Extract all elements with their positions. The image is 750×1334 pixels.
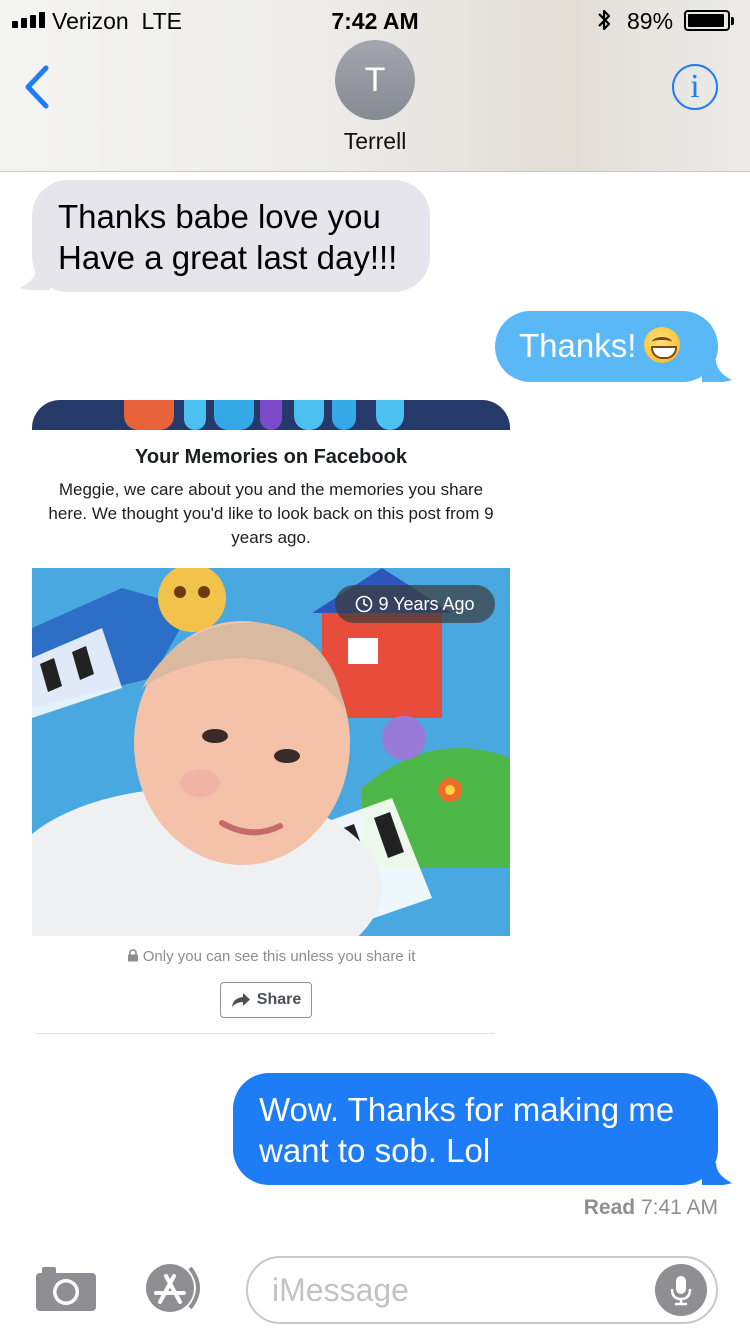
grinning-face-icon (644, 327, 681, 363)
avatar[interactable]: T (335, 40, 415, 120)
message-input[interactable] (246, 1256, 718, 1324)
outgoing-message[interactable]: Wow. Thanks for making me want to sob. L… (233, 1073, 718, 1185)
memory-photo[interactable]: 9 Years Ago (32, 568, 510, 936)
divider (36, 1033, 494, 1034)
privacy-note: Only you can see this unless you share i… (32, 948, 510, 965)
battery-percent: 89% (627, 8, 674, 34)
read-receipt: Read 7:41 AM (583, 1196, 718, 1219)
share-button[interactable]: Share (220, 982, 312, 1018)
card-banner (32, 400, 510, 430)
conversation-header: Verizon LTE 7:42 AM 89% T Terrell i (0, 0, 750, 172)
info-icon[interactable]: i (672, 64, 718, 110)
clock-icon (356, 595, 373, 613)
outgoing-message[interactable]: Thanks! (495, 311, 718, 382)
incoming-message[interactable]: Thanks babe love you Have a great last d… (32, 180, 430, 292)
card-title: Your Memories on Facebook (135, 446, 407, 468)
baby-photo-illustration (32, 568, 510, 936)
microphone-icon[interactable] (655, 1264, 707, 1316)
status-bar: Verizon LTE 7:42 AM 89% (0, 0, 750, 40)
memory-age-badge: 9 Years Ago (335, 585, 495, 623)
lock-icon (127, 949, 138, 962)
camera-icon[interactable] (34, 1263, 98, 1313)
bluetooth-icon (598, 9, 611, 31)
chevron-left-icon[interactable] (18, 62, 58, 112)
share-arrow-icon (231, 993, 250, 1007)
app-store-icon[interactable] (140, 1262, 212, 1314)
facebook-memory-card[interactable]: Your Memories on Facebook Meggie, we car… (32, 400, 510, 1060)
card-body: Meggie, we care about you and the memori… (48, 480, 494, 547)
battery-icon (684, 10, 734, 31)
contact-name[interactable]: Terrell (0, 128, 750, 155)
memory-age-label: 9 Years Ago (378, 593, 475, 614)
message-text: Thanks! (519, 327, 637, 364)
